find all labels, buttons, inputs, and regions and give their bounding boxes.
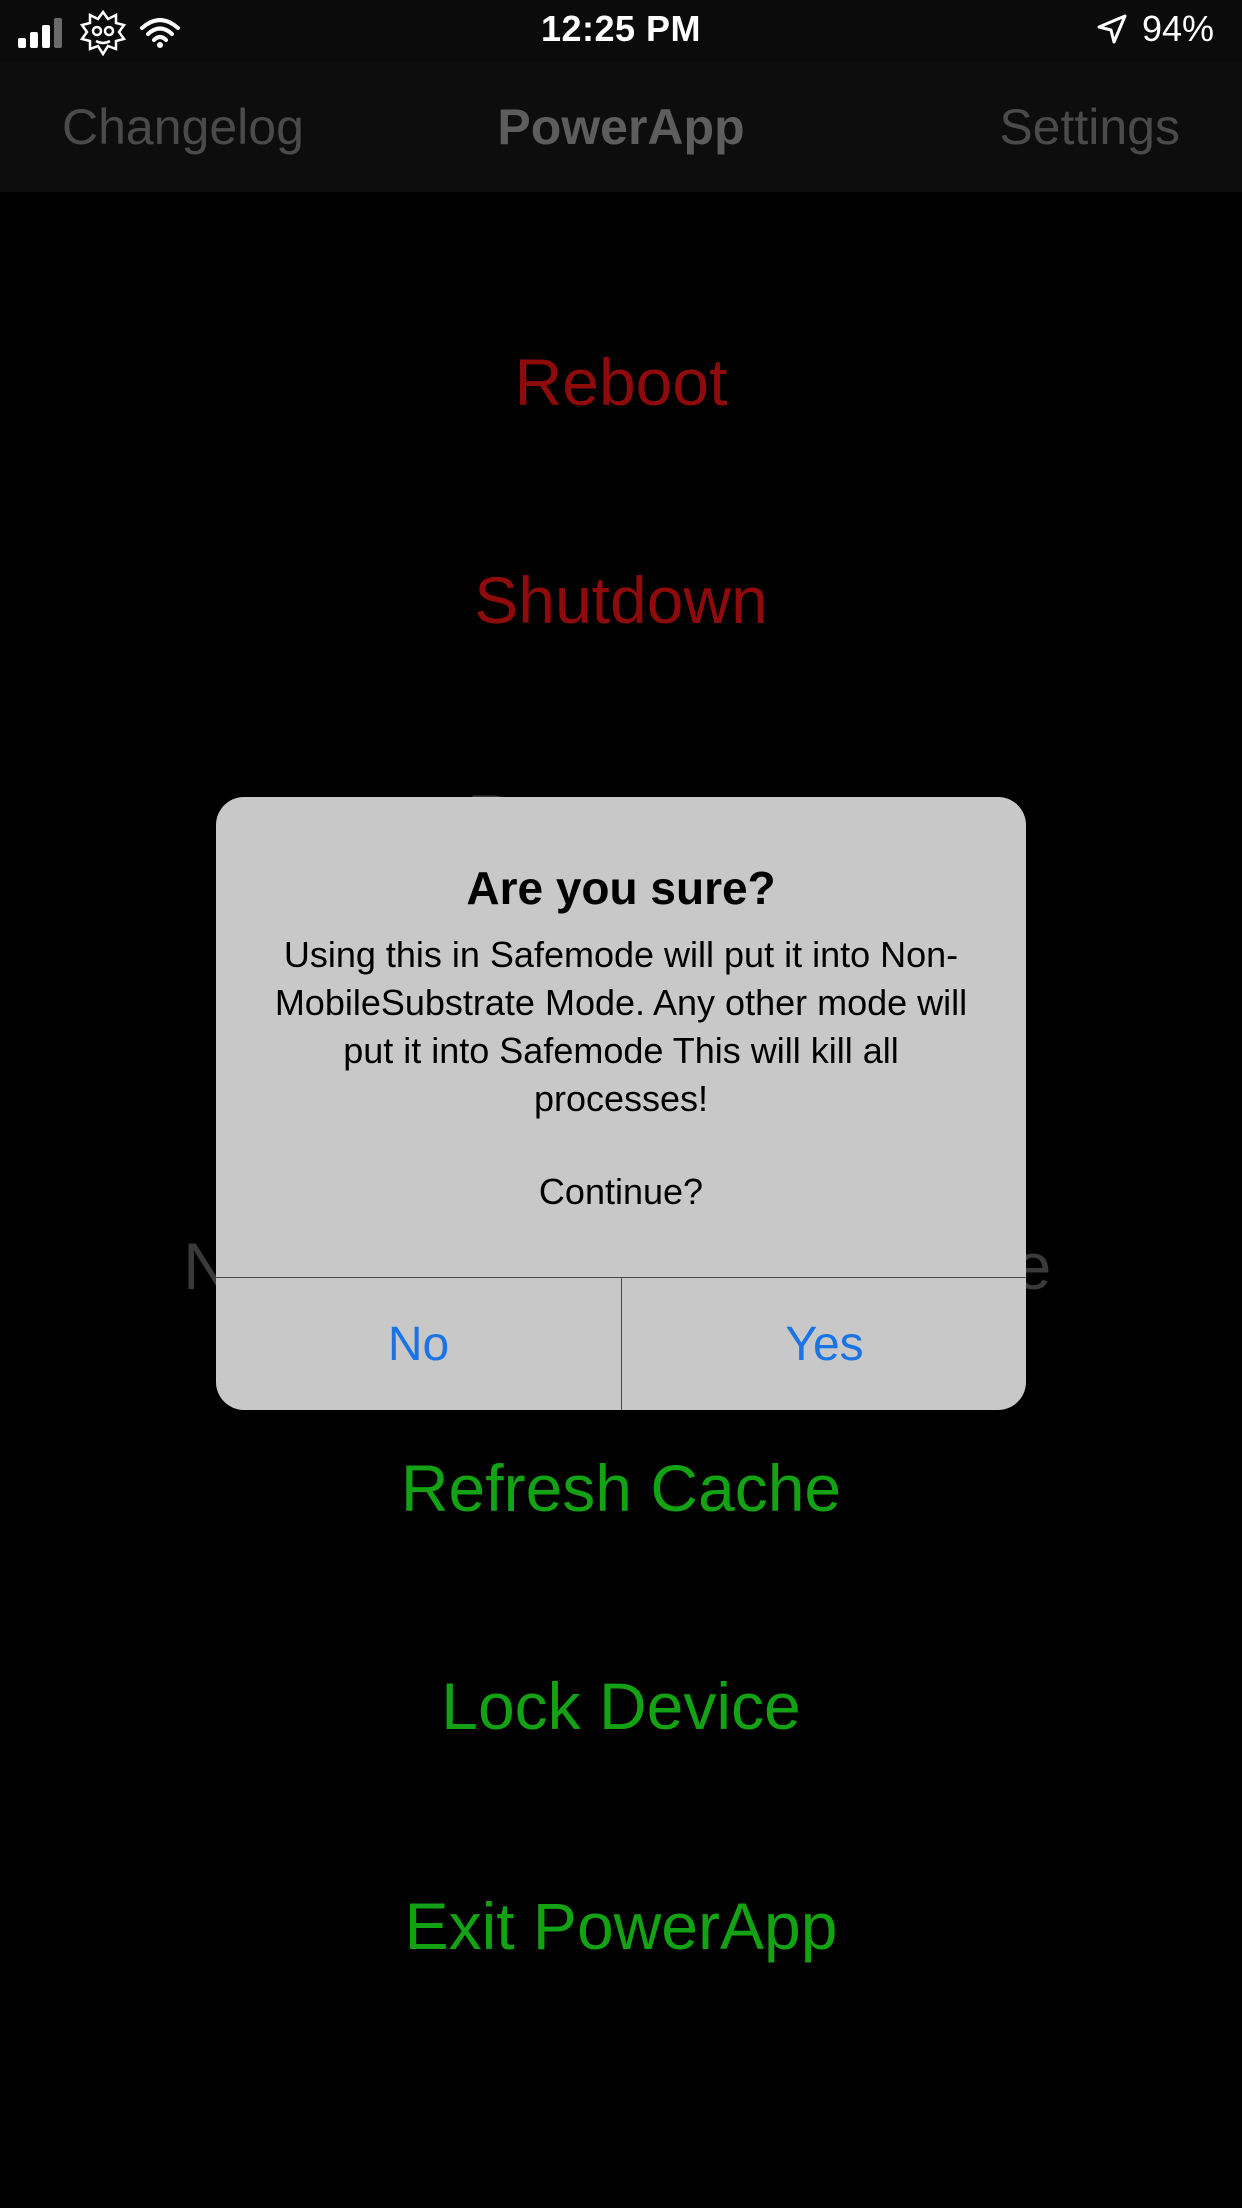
- status-right: 94%: [1096, 8, 1214, 50]
- settings-button[interactable]: Settings: [999, 98, 1180, 156]
- yes-button[interactable]: Yes: [622, 1278, 1026, 1410]
- alert-message: Using this in Safemode will put it into …: [274, 934, 968, 1119]
- battery-percentage: 94%: [1141, 8, 1214, 49]
- no-button[interactable]: No: [216, 1278, 621, 1410]
- alert-continue-text: Continue?: [538, 1171, 704, 1212]
- alert-dialog: Are you sure? Using this in Safemode wil…: [216, 797, 1026, 1410]
- status-bar: 12:25 PM 94%: [0, 0, 1242, 62]
- alert-title: Are you sure?: [466, 862, 776, 914]
- nav-bar: Changelog PowerApp Settings: [0, 62, 1242, 192]
- status-time: 12:25 PM: [540, 8, 702, 49]
- location-arrow-icon: [1097, 14, 1127, 44]
